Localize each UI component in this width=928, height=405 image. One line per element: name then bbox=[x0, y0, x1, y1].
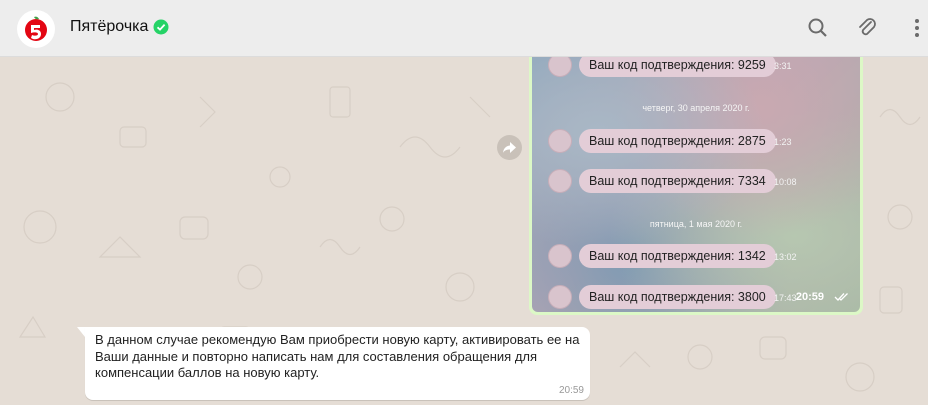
chat-area[interactable]: Ваш код подтверждения: 9259 3:31 четверг… bbox=[0, 57, 928, 405]
double-check-icon bbox=[834, 293, 848, 301]
code-message: Ваш код подтверждения: 7334 bbox=[579, 169, 776, 193]
verified-check-icon bbox=[153, 19, 169, 35]
message-time: 13:02 bbox=[774, 252, 797, 262]
message-time: 10:08 bbox=[774, 177, 797, 187]
code-message: Ваш код подтверждения: 3800 bbox=[579, 285, 776, 309]
code-message: Ваш код подтверждения: 2875 bbox=[579, 129, 776, 153]
message-text: В данном случае рекомендую Вам приобрест… bbox=[95, 332, 580, 380]
contact-avatar[interactable] bbox=[17, 10, 55, 48]
attach-icon[interactable] bbox=[854, 15, 880, 41]
message-time: 1:23 bbox=[774, 137, 792, 147]
message-time: 3:31 bbox=[774, 61, 792, 71]
chat-header: Пятёрочка bbox=[0, 0, 928, 57]
screenshot-image[interactable]: Ваш код подтверждения: 9259 3:31 четверг… bbox=[532, 57, 860, 312]
forward-button[interactable] bbox=[497, 135, 522, 160]
menu-icon[interactable] bbox=[904, 15, 928, 41]
sender-avatar bbox=[548, 285, 572, 309]
code-message: Ваш код подтверждения: 9259 bbox=[579, 57, 776, 77]
search-icon[interactable] bbox=[805, 15, 831, 41]
bubble-tail bbox=[77, 327, 85, 337]
message-time: 20:59 bbox=[795, 291, 824, 303]
date-separator: четверг, 30 апреля 2020 г. bbox=[642, 103, 750, 113]
pyaterochka-logo-icon bbox=[25, 16, 47, 41]
sender-avatar bbox=[548, 169, 572, 193]
sender-avatar bbox=[548, 244, 572, 268]
sender-avatar bbox=[548, 129, 572, 153]
contact-name[interactable]: Пятёрочка bbox=[70, 18, 148, 36]
outgoing-image-message[interactable]: Ваш код подтверждения: 9259 3:31 четверг… bbox=[529, 57, 863, 315]
message-time: 17:43 bbox=[774, 293, 797, 303]
sender-avatar bbox=[548, 57, 572, 77]
incoming-text-message[interactable]: В данном случае рекомендую Вам приобрест… bbox=[85, 327, 590, 400]
message-time: 20:59 bbox=[558, 385, 584, 396]
forward-arrow-icon bbox=[503, 142, 516, 153]
code-message: Ваш код подтверждения: 1342 bbox=[579, 244, 776, 268]
date-separator: пятница, 1 мая 2020 г. bbox=[649, 219, 743, 229]
